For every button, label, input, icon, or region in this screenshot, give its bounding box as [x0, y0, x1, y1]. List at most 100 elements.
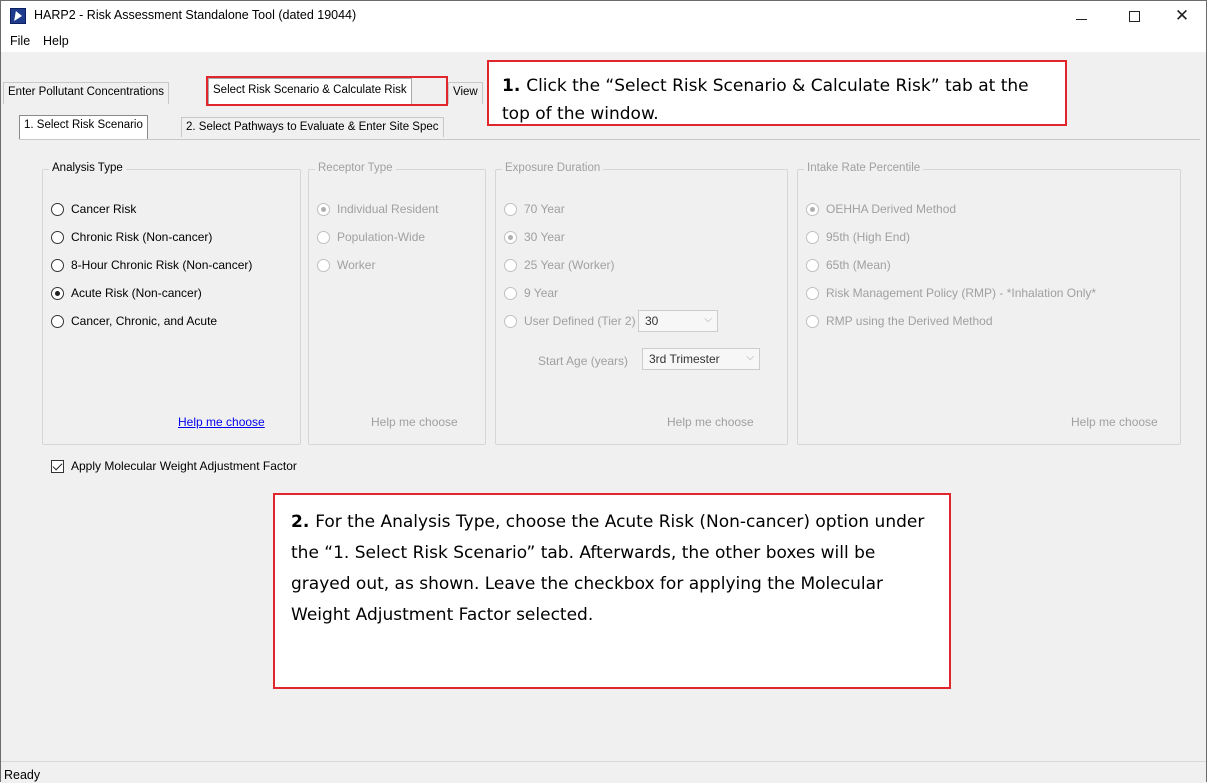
- exposure-duration-help-link[interactable]: Help me choose: [667, 415, 754, 429]
- radio-25-year-worker[interactable]: 25 Year (Worker): [504, 256, 615, 274]
- radio-button[interactable]: [51, 286, 64, 300]
- minimize-icon: [1075, 18, 1087, 20]
- radio-label: OEHHA Derived Method: [826, 202, 957, 216]
- radio-label: User Defined (Tier 2): [524, 314, 636, 328]
- maximize-icon: [1128, 10, 1140, 22]
- start-age-dropdown[interactable]: 3rd Trimester ⌵: [642, 348, 760, 370]
- radio-individual-resident[interactable]: Individual Resident: [317, 200, 438, 218]
- radio-button[interactable]: [806, 230, 819, 244]
- radio-button[interactable]: [317, 258, 330, 272]
- minimize-button[interactable]: [1058, 1, 1104, 31]
- receptor-type-legend: Receptor Type: [315, 162, 396, 174]
- analysis-type-help-link[interactable]: Help me choose: [178, 415, 265, 429]
- status-bar: Ready: [1, 761, 1206, 783]
- mwaf-checkbox-row[interactable]: Apply Molecular Weight Adjustment Factor: [51, 457, 297, 475]
- chevron-down-icon: ⌵: [704, 314, 712, 325]
- start-age-label: Start Age (years): [538, 354, 629, 368]
- radio-button[interactable]: [806, 286, 819, 300]
- analysis-type-legend: Analysis Type: [49, 162, 126, 174]
- radio-button[interactable]: [806, 202, 819, 216]
- radio-label: Acute Risk (Non-cancer): [71, 286, 202, 300]
- window-title: HARP2 - Risk Assessment Standalone Tool …: [34, 8, 357, 22]
- menu-bar: File Help: [1, 31, 1206, 52]
- radio-button[interactable]: [317, 230, 330, 244]
- radio-button[interactable]: [317, 202, 330, 216]
- app-window: HARP2 - Risk Assessment Standalone Tool …: [0, 0, 1207, 783]
- radio-8-hour-chronic-risk[interactable]: 8-Hour Chronic Risk (Non-cancer): [51, 256, 252, 274]
- radio-label: 30 Year: [524, 230, 565, 244]
- mwaf-checkbox[interactable]: [51, 459, 64, 473]
- radio-button[interactable]: [51, 258, 64, 272]
- radio-cancer-risk[interactable]: Cancer Risk: [51, 200, 136, 218]
- mwaf-checkbox-label: Apply Molecular Weight Adjustment Factor: [71, 459, 297, 473]
- radio-95th-high-end[interactable]: 95th (High End): [806, 228, 910, 246]
- radio-30-year[interactable]: 30 Year: [504, 228, 565, 246]
- intake-rate-percentile-group: Intake Rate Percentile OEHHA Derived Met…: [797, 162, 1181, 445]
- analysis-type-group: Analysis Type Cancer Risk Chronic Risk (…: [42, 162, 301, 445]
- radio-user-defined[interactable]: User Defined (Tier 2): [504, 312, 636, 330]
- callout-step-1-text: Click the “Select Risk Scenario & Calcul…: [502, 76, 1029, 124]
- close-button[interactable]: ✕: [1159, 1, 1205, 31]
- radio-label: 70 Year: [524, 202, 565, 216]
- radio-65th-mean[interactable]: 65th (Mean): [806, 256, 891, 274]
- radio-rmp-inhalation-only[interactable]: Risk Management Policy (RMP) - *Inhalati…: [806, 284, 1096, 302]
- callout-step-2-text: For the Analysis Type, choose the Acute …: [291, 512, 925, 625]
- chevron-down-icon: ⌵: [746, 352, 754, 363]
- exposure-duration-group: Exposure Duration 70 Year 30 Year 25 Yea…: [495, 162, 788, 445]
- menu-help[interactable]: Help: [43, 34, 69, 48]
- radio-label: Chronic Risk (Non-cancer): [71, 230, 213, 244]
- menu-file[interactable]: File: [10, 34, 30, 48]
- radio-button[interactable]: [51, 314, 64, 328]
- radio-chronic-risk[interactable]: Chronic Risk (Non-cancer): [51, 228, 212, 246]
- radio-label: Worker: [337, 258, 376, 272]
- radio-cancer-chronic-acute[interactable]: Cancer, Chronic, and Acute: [51, 312, 217, 330]
- radio-label: Population-Wide: [337, 230, 426, 244]
- start-age-value: 3rd Trimester: [649, 352, 720, 366]
- intake-rate-help-link[interactable]: Help me choose: [1071, 415, 1158, 429]
- harp-app-icon: [10, 8, 26, 24]
- receptor-type-help-link[interactable]: Help me choose: [371, 415, 458, 429]
- radio-label: Individual Resident: [337, 202, 439, 216]
- callout-step-1-number: 1.: [502, 76, 527, 96]
- radio-rmp-derived-method[interactable]: RMP using the Derived Method: [806, 312, 993, 330]
- maximize-button[interactable]: [1111, 1, 1157, 31]
- radio-label: Risk Management Policy (RMP) - *Inhalati…: [826, 286, 1097, 300]
- radio-70-year[interactable]: 70 Year: [504, 200, 565, 218]
- radio-button[interactable]: [504, 230, 517, 244]
- receptor-type-group: Receptor Type Individual Resident Popula…: [308, 162, 486, 445]
- radio-button[interactable]: [504, 202, 517, 216]
- radio-button[interactable]: [504, 258, 517, 272]
- tab-select-risk-scenario[interactable]: 1. Select Risk Scenario: [19, 115, 148, 139]
- radio-label: RMP using the Derived Method: [826, 314, 993, 328]
- radio-label: Cancer, Chronic, and Acute: [71, 314, 218, 328]
- radio-label: 9 Year: [524, 286, 559, 300]
- instruction-callout-step-2: 2. For the Analysis Type, choose the Acu…: [273, 493, 951, 689]
- radio-oehha-derived-method[interactable]: OEHHA Derived Method: [806, 200, 956, 218]
- radio-label: Cancer Risk: [71, 202, 137, 216]
- close-icon: ✕: [1174, 5, 1190, 26]
- user-defined-years-dropdown[interactable]: 30 ⌵: [638, 310, 718, 332]
- status-text: Ready: [4, 768, 41, 782]
- radio-population-wide[interactable]: Population-Wide: [317, 228, 425, 246]
- radio-9-year[interactable]: 9 Year: [504, 284, 558, 302]
- radio-label: 25 Year (Worker): [524, 258, 615, 272]
- radio-button[interactable]: [51, 202, 64, 216]
- user-defined-years-value: 30: [645, 314, 659, 328]
- radio-button[interactable]: [504, 314, 517, 328]
- instruction-callout-step-1: 1. Click the “Select Risk Scenario & Cal…: [487, 60, 1067, 126]
- radio-label: 95th (High End): [826, 230, 911, 244]
- radio-button[interactable]: [806, 314, 819, 328]
- radio-button[interactable]: [504, 286, 517, 300]
- radio-label: 8-Hour Chronic Risk (Non-cancer): [71, 258, 253, 272]
- tab-select-pathways[interactable]: 2. Select Pathways to Evaluate & Enter S…: [181, 117, 444, 137]
- radio-acute-risk[interactable]: Acute Risk (Non-cancer): [51, 284, 202, 302]
- intake-rate-legend: Intake Rate Percentile: [804, 162, 924, 174]
- exposure-duration-legend: Exposure Duration: [502, 162, 604, 174]
- tab-enter-pollutant-concentrations[interactable]: Enter Pollutant Concentrations: [3, 82, 169, 104]
- title-bar: HARP2 - Risk Assessment Standalone Tool …: [1, 1, 1206, 31]
- radio-button[interactable]: [806, 258, 819, 272]
- radio-worker[interactable]: Worker: [317, 256, 375, 274]
- tab-view[interactable]: View: [448, 82, 483, 104]
- tab-highlight-outline: [206, 76, 448, 106]
- radio-button[interactable]: [51, 230, 64, 244]
